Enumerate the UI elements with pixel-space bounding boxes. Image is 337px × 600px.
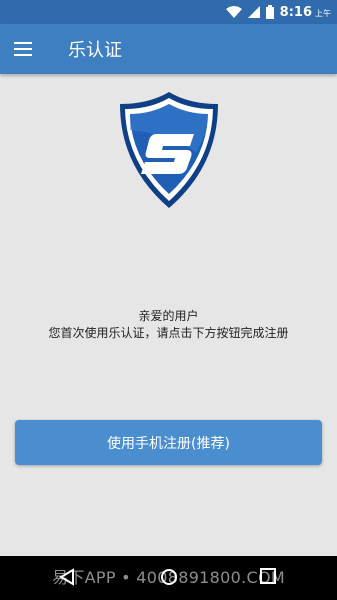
hamburger-menu-icon[interactable] (14, 38, 38, 60)
clock-time: 8:16 (279, 4, 312, 20)
recent-apps-icon[interactable] (260, 568, 276, 584)
signal-icon (247, 6, 260, 18)
welcome-message: 亲爱的用户 您首次使用乐认证，请点击下方按钮完成注册 (0, 308, 337, 342)
status-icons: 8:16 上午 (225, 2, 331, 22)
welcome-instruction: 您首次使用乐认证，请点击下方按钮完成注册 (48, 326, 289, 340)
clock-ampm: 上午 (315, 9, 331, 18)
shield-s-logo (120, 92, 218, 208)
battery-icon (265, 5, 274, 19)
home-icon[interactable] (160, 568, 178, 586)
register-button-label: 使用手机注册(推荐) (107, 435, 230, 452)
register-with-phone-button[interactable]: 使用手机注册(推荐) (15, 420, 322, 465)
welcome-greeting: 亲爱的用户 (138, 309, 199, 323)
wifi-icon (225, 6, 242, 18)
system-nav-bar (0, 556, 337, 600)
page-title: 乐认证 (68, 40, 122, 61)
status-bar: 8:16 上午 (0, 0, 337, 24)
back-icon[interactable] (58, 568, 76, 586)
app-toolbar: 乐认证 (0, 24, 337, 74)
